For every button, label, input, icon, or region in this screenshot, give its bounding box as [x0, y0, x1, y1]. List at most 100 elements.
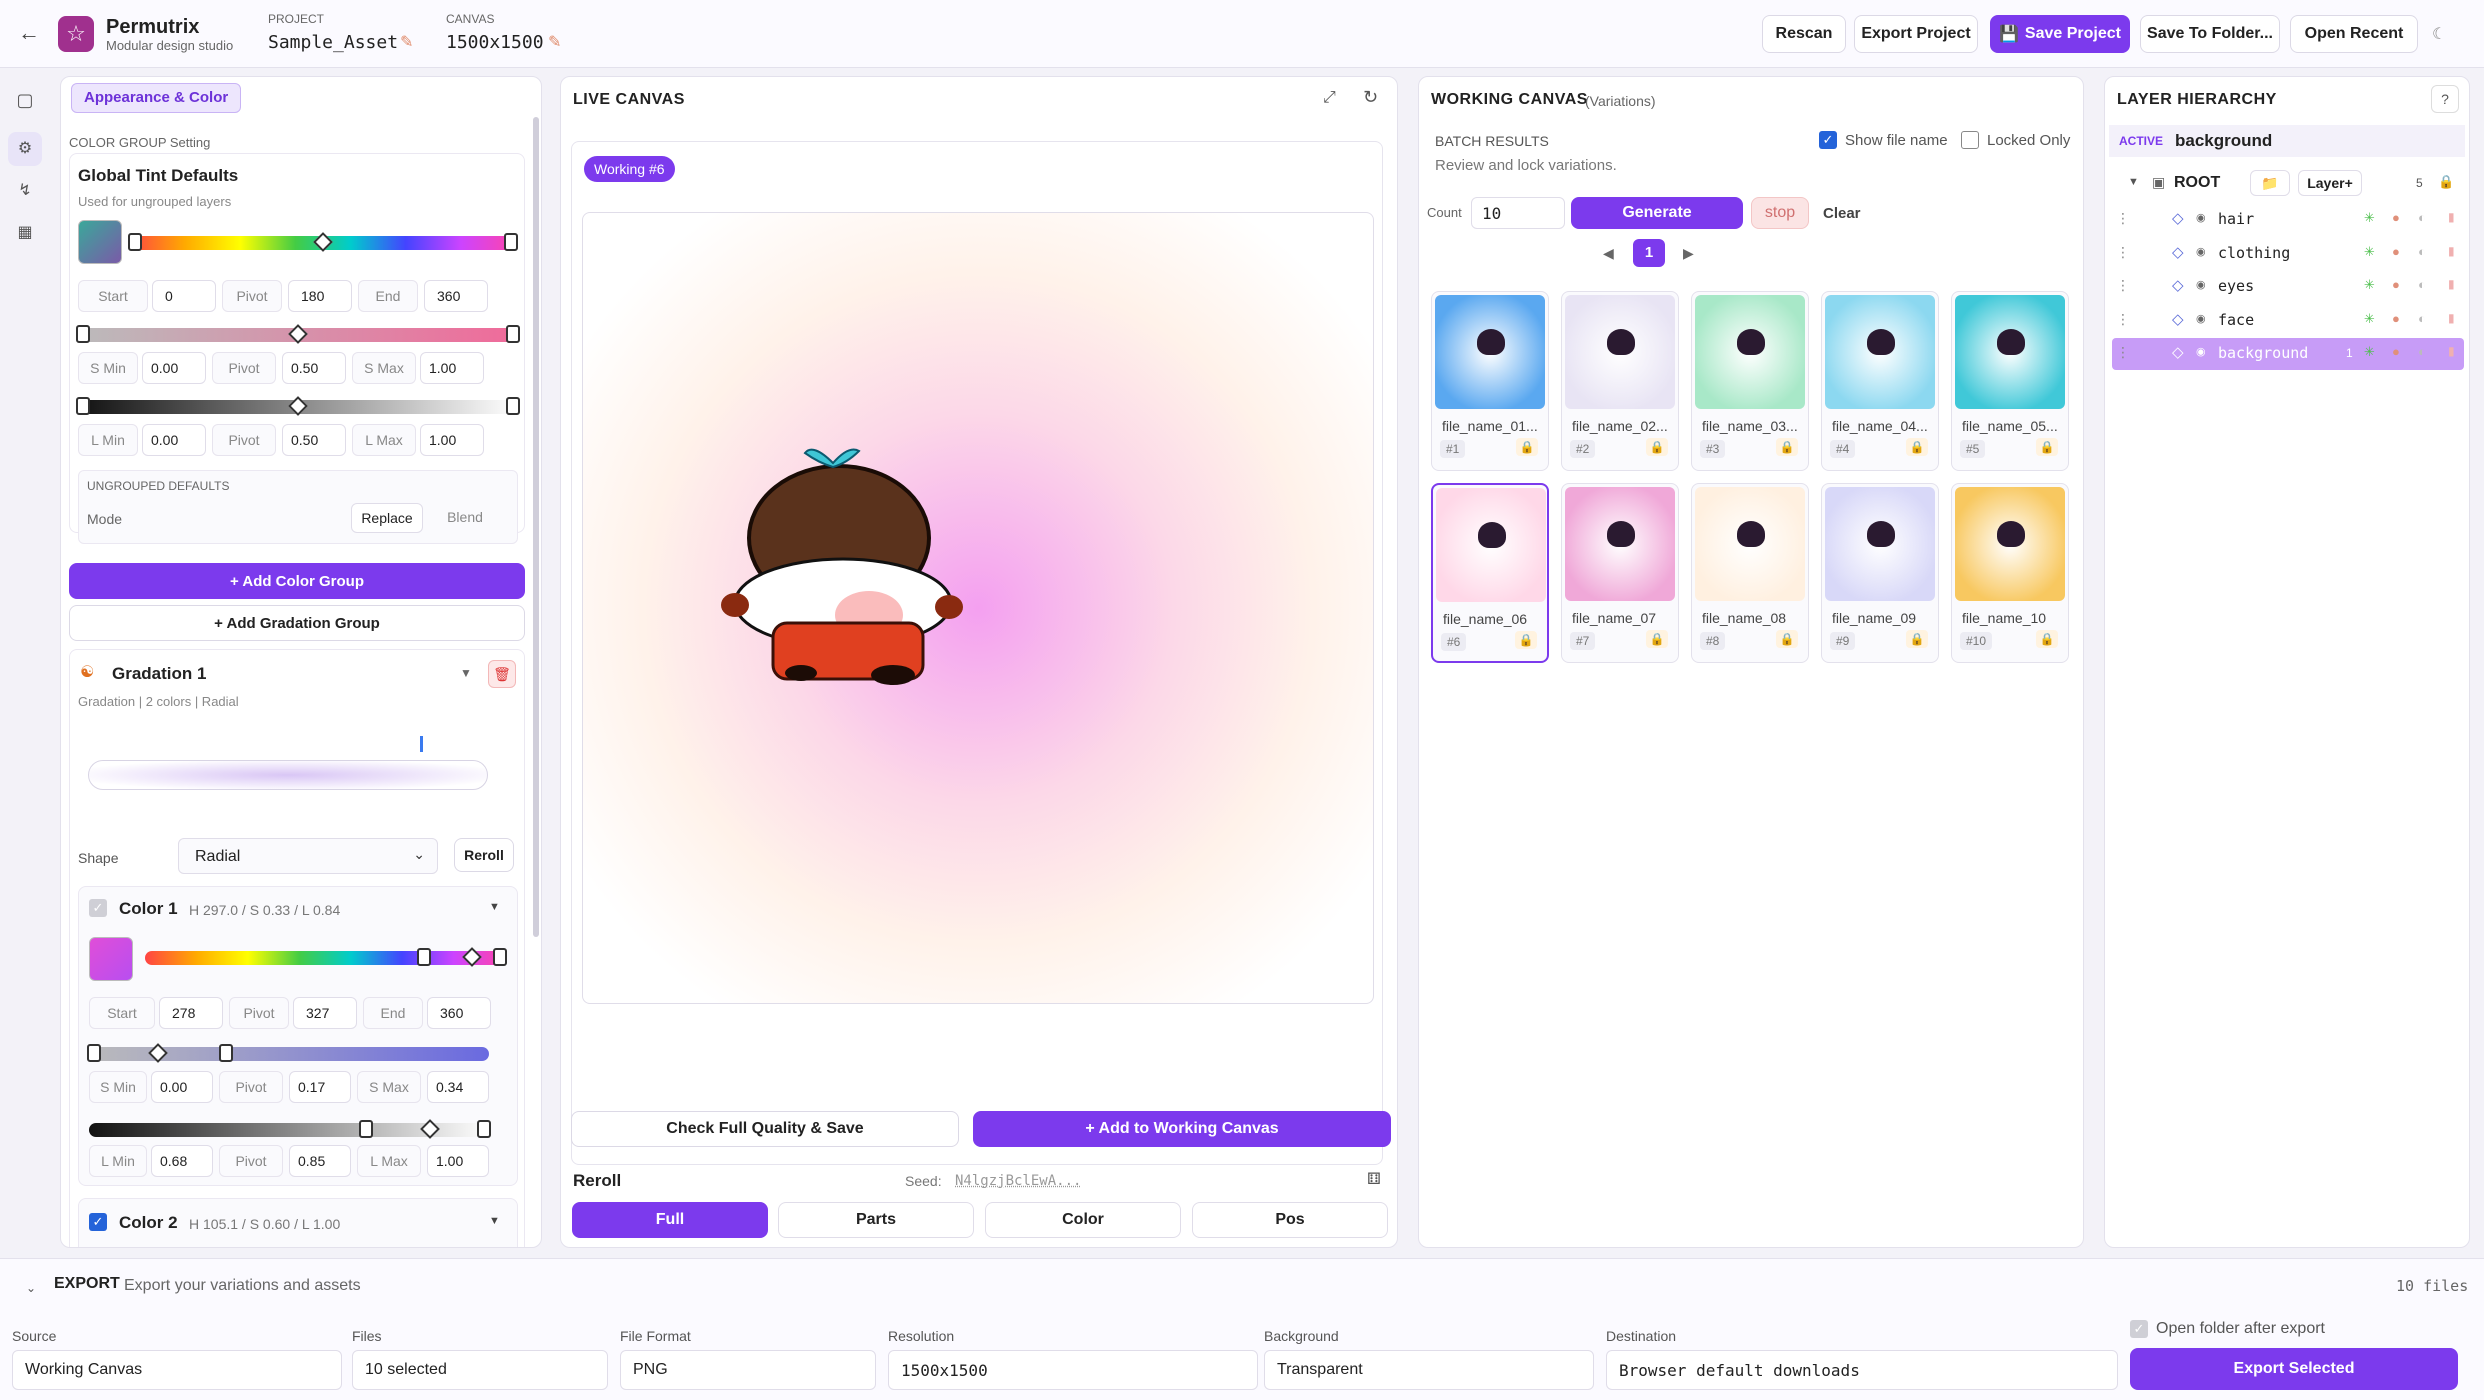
variation-thumbnail[interactable]: file_name_03.... #3 🔒	[1691, 291, 1809, 471]
tint-icon[interactable]: ✳	[2364, 344, 2375, 360]
light-pivot-field[interactable]: 0.50	[282, 424, 346, 456]
variation-thumbnail[interactable]: file_name_07 #7 🔒	[1561, 483, 1679, 663]
eye-icon[interactable]: ◉	[2196, 345, 2206, 358]
color1-lpivot-handle[interactable]	[420, 1119, 440, 1139]
variation-thumbnail[interactable]: file_name_01.... #1 🔒	[1431, 291, 1549, 471]
lock-icon[interactable]: 🔒	[1516, 438, 1538, 456]
add-to-working-button[interactable]: + Add to Working Canvas	[973, 1111, 1391, 1147]
lightness-slider[interactable]	[76, 396, 520, 416]
color1-hue-end-handle[interactable]	[493, 948, 507, 966]
delete-icon[interactable]: ▮	[2448, 344, 2455, 358]
add-color-group-button[interactable]: + Add Color Group	[69, 563, 525, 599]
page-number-button[interactable]: 1	[1633, 239, 1665, 267]
project-name[interactable]: Sample_Asset	[268, 32, 398, 53]
hue-start-handle[interactable]	[128, 233, 142, 251]
color1-pivot-field[interactable]: 327	[293, 997, 357, 1029]
replace-toggle[interactable]: Replace	[351, 503, 423, 533]
sat-min-handle[interactable]	[76, 325, 90, 343]
color1-spivot-field[interactable]: 0.17	[289, 1071, 351, 1103]
lock-icon[interactable]: 🔒	[1646, 438, 1668, 456]
add-layer-button[interactable]: Layer+	[2298, 170, 2362, 196]
variation-thumbnail[interactable]: file_name_09 #9 🔒	[1821, 483, 1939, 663]
drag-handle-icon[interactable]: ⋮	[2116, 311, 2130, 328]
files-field[interactable]: 10 selected	[352, 1350, 608, 1390]
rescan-button[interactable]: Rescan	[1762, 15, 1846, 53]
color1-collapse-icon[interactable]: ▼	[489, 901, 500, 913]
sat-min-field[interactable]: 0.00	[142, 352, 206, 384]
generate-button[interactable]: Generate	[1571, 197, 1743, 229]
open-recent-button[interactable]: Open Recent	[2290, 15, 2418, 53]
variation-thumbnail[interactable]: file_name_05.... #5 🔒	[1951, 291, 2069, 471]
sat-pivot-field[interactable]: 0.50	[282, 352, 346, 384]
color1-lmin-handle[interactable]	[359, 1120, 373, 1138]
eye-icon[interactable]: ◉	[2196, 278, 2206, 291]
save-project-button[interactable]: 💾 Save Project	[1990, 15, 2130, 53]
color1-lmin-field[interactable]: 0.68	[151, 1145, 213, 1177]
root-lock-icon[interactable]: 🔒	[2438, 174, 2454, 190]
lock-icon[interactable]: 🔒	[1906, 630, 1928, 648]
color1-smax-field[interactable]: 0.34	[427, 1071, 489, 1103]
hue-pivot-field[interactable]: 180	[288, 280, 352, 312]
light-max-field[interactable]: 1.00	[420, 424, 484, 456]
color1-smin-field[interactable]: 0.00	[151, 1071, 213, 1103]
variation-thumbnail[interactable]: file_name_04.... #4 🔒	[1821, 291, 1939, 471]
gradient-icon[interactable]: ◐	[2418, 210, 2426, 225]
path-icon[interactable]: ↯	[12, 180, 38, 206]
delete-icon[interactable]: ▮	[2448, 244, 2455, 258]
layer-row[interactable]: ⋮ ◇ ◉ face ✳ ● ◐ ▮	[2112, 305, 2464, 337]
eye-icon[interactable]: ◉	[2196, 245, 2206, 258]
light-min-field[interactable]: 0.00	[142, 424, 206, 456]
refresh-icon[interactable]: ↻	[1363, 87, 1378, 108]
color1-checkbox[interactable]: ✓	[89, 899, 107, 917]
lock-icon[interactable]: 🔒	[1646, 630, 1668, 648]
color1-hue-slider[interactable]	[145, 947, 507, 967]
theme-toggle-icon[interactable]: ☾	[2432, 24, 2446, 44]
layer-row[interactable]: ⋮ ◇ ◉ background 1 ✳ ● ◐ ▮	[2112, 338, 2464, 370]
light-pivot-handle[interactable]	[288, 396, 308, 416]
palette-icon[interactable]: ●	[2392, 244, 2400, 259]
delete-icon[interactable]: ▮	[2448, 210, 2455, 224]
next-page-icon[interactable]: ▶	[1683, 245, 1694, 262]
shape-select[interactable]: Radial ⌄	[178, 838, 438, 874]
layer-row[interactable]: ⋮ ◇ ◉ clothing ✳ ● ◐ ▮	[2112, 238, 2464, 270]
lock-icon[interactable]: 🔒	[1776, 630, 1798, 648]
color1-lmax-handle[interactable]	[477, 1120, 491, 1138]
export-selected-button[interactable]: Export Selected	[2130, 1348, 2458, 1390]
check-quality-button[interactable]: Check Full Quality & Save	[571, 1111, 959, 1147]
color1-swatch[interactable]	[89, 937, 133, 981]
clear-button[interactable]: Clear	[1823, 205, 1861, 222]
reroll-tab-color[interactable]: Color	[985, 1202, 1181, 1238]
open-folder-checkbox[interactable]: ✓	[2130, 1320, 2148, 1338]
hue-end-field[interactable]: 360	[424, 280, 488, 312]
gradient-icon[interactable]: ◐	[2418, 277, 2426, 292]
root-row[interactable]: ▼ ▣ ROOT 📁 Layer+ 5 🔒	[2112, 168, 2464, 200]
layer-row[interactable]: ⋮ ◇ ◉ hair ✳ ● ◐ ▮	[2112, 204, 2464, 236]
add-gradation-group-button[interactable]: + Add Gradation Group	[69, 605, 525, 641]
resolution-field[interactable]: 1500x1500	[888, 1350, 1258, 1390]
canvas-size[interactable]: 1500x1500	[446, 32, 544, 53]
dice-icon[interactable]: ⚅	[1367, 1169, 1381, 1189]
seed-value[interactable]: N4lgzjBclEwA...	[955, 1173, 1081, 1189]
layer-row[interactable]: ⋮ ◇ ◉ eyes ✳ ● ◐ ▮	[2112, 271, 2464, 303]
canvas-preview[interactable]	[582, 212, 1374, 1004]
format-field[interactable]: PNG	[620, 1350, 876, 1390]
cube-icon[interactable]: ▢	[12, 90, 38, 116]
tint-icon[interactable]: ✳	[2364, 277, 2375, 293]
destination-field[interactable]: Browser default downloads	[1606, 1350, 2118, 1390]
lock-icon[interactable]: 🔒	[1906, 438, 1928, 456]
lock-icon[interactable]: 🔒	[1776, 438, 1798, 456]
color1-smax-handle[interactable]	[219, 1044, 233, 1062]
trash-icon[interactable]: 🗑	[488, 660, 516, 688]
variation-thumbnail[interactable]: file_name_10 #10 🔒	[1951, 483, 2069, 663]
eye-icon[interactable]: ◉	[2196, 312, 2206, 325]
gradation-stop-marker[interactable]	[420, 736, 423, 752]
edit-project-icon[interactable]: ✎	[400, 32, 413, 52]
color1-sat-slider[interactable]	[87, 1043, 489, 1063]
light-max-handle[interactable]	[506, 397, 520, 415]
sat-max-field[interactable]: 1.00	[420, 352, 484, 384]
sat-pivot-handle[interactable]	[288, 324, 308, 344]
lock-icon[interactable]: 🔒	[2036, 438, 2058, 456]
color1-lmax-field[interactable]: 1.00	[427, 1145, 489, 1177]
tint-icon[interactable]: ✳	[2364, 210, 2375, 226]
variation-thumbnail[interactable]: file_name_06 #6 🔒	[1431, 483, 1549, 663]
